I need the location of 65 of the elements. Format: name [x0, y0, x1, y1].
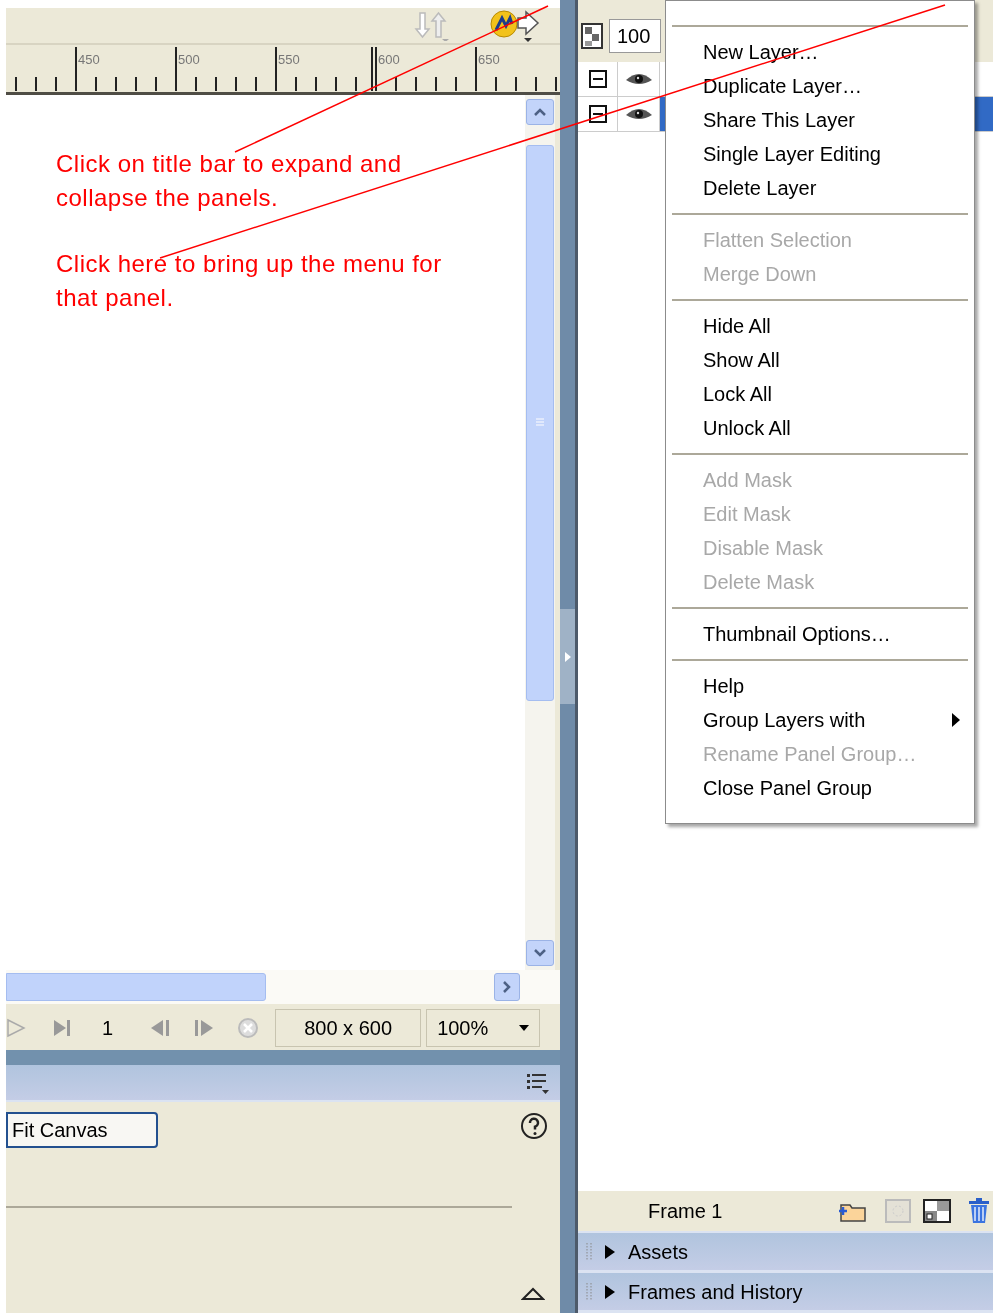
ruler-label: 450 — [78, 51, 100, 69]
horizontal-scrollbar[interactable] — [6, 970, 560, 1005]
scroll-thumb[interactable] — [6, 973, 266, 1001]
panel-title: Assets — [628, 1239, 689, 1265]
blank-frame-icon[interactable] — [885, 1199, 911, 1223]
scroll-up-button[interactable] — [526, 99, 554, 125]
menu-item[interactable]: Show All — [672, 343, 968, 377]
scroll-thumb[interactable] — [526, 145, 554, 701]
grip-icon[interactable] — [586, 1281, 592, 1302]
menu-item[interactable]: Help — [672, 669, 968, 703]
menu-item[interactable]: Duplicate Layer… — [672, 69, 968, 103]
annotation-text: Click on title bar to expand and collapse the panels. — [56, 149, 403, 213]
last-frame-icon[interactable] — [52, 1017, 72, 1038]
trash-icon[interactable] — [967, 1198, 991, 1224]
vertical-scrollbar[interactable] — [525, 95, 560, 970]
logo-arrow-icon[interactable] — [490, 9, 540, 42]
grip-icon[interactable] — [586, 1241, 592, 1262]
collapse-icon[interactable] — [588, 105, 607, 123]
scroll-right-button[interactable] — [494, 973, 520, 1001]
checkerboard-icon — [581, 23, 603, 49]
play-icon[interactable] — [6, 1017, 26, 1038]
menu-item[interactable]: Group Layers with — [672, 703, 968, 737]
panel-header[interactable]: Frames and History — [578, 1273, 993, 1313]
annotation-text: Click here to bring up the menu for that panel. — [56, 249, 443, 313]
menu-item[interactable]: Share This Layer — [672, 103, 968, 137]
panel-header[interactable]: Assets — [578, 1233, 993, 1273]
canvas-size-field: 800 x 600 — [275, 1008, 422, 1047]
caret-down-icon — [534, 949, 546, 957]
panel-title: Frames and History — [628, 1279, 803, 1305]
menu-item[interactable]: Unlock All — [672, 411, 968, 445]
fit-canvas-button[interactable]: Fit Canvas — [6, 1112, 158, 1148]
dropdown-caret-icon — [519, 1024, 530, 1031]
splitter-grip[interactable] — [560, 609, 575, 704]
ruler-label: 600 — [378, 51, 400, 69]
scroll-down-button[interactable] — [526, 940, 554, 966]
collapse-icon[interactable] — [588, 70, 607, 88]
triangle-right-icon — [604, 1284, 616, 1299]
mask-icon[interactable] — [923, 1199, 951, 1223]
caret-right-icon — [564, 651, 571, 662]
stop-icon[interactable] — [237, 1016, 260, 1039]
sort-arrows-icon[interactable] — [414, 10, 450, 41]
menu-item[interactable]: Single Layer Editing — [672, 137, 968, 171]
frame-number: 1 — [102, 1015, 114, 1041]
grip-icon — [534, 418, 546, 428]
zoom-value: 100% — [437, 1015, 489, 1041]
ruler-label: 650 — [478, 51, 500, 69]
zoom-dropdown[interactable]: 100% — [426, 1008, 541, 1047]
menu-item[interactable]: Thumbnail Options… — [672, 617, 968, 651]
help-icon[interactable] — [520, 1112, 548, 1140]
submenu-arrow-icon — [952, 713, 960, 727]
menu-item[interactable]: Hide All — [672, 309, 968, 343]
opacity-field[interactable]: 100 — [609, 19, 661, 53]
menu-item[interactable]: Lock All — [672, 377, 968, 411]
caret-right-icon — [503, 981, 511, 993]
triangle-right-icon — [604, 1244, 616, 1259]
vertical-splitter[interactable] — [560, 0, 575, 1313]
menu-item[interactable]: Close Panel Group — [672, 771, 968, 805]
ruler-label: 500 — [178, 51, 200, 69]
triangle-up-icon[interactable] — [521, 1287, 545, 1301]
ruler-label: 550 — [278, 51, 300, 69]
panel-menu-icon[interactable] — [526, 1071, 550, 1094]
menu-item[interactable]: Delete Layer — [672, 171, 968, 205]
caret-up-icon — [534, 108, 546, 116]
previous-frame-icon[interactable] — [149, 1017, 172, 1038]
frame-label: Frame 1 — [648, 1199, 723, 1224]
